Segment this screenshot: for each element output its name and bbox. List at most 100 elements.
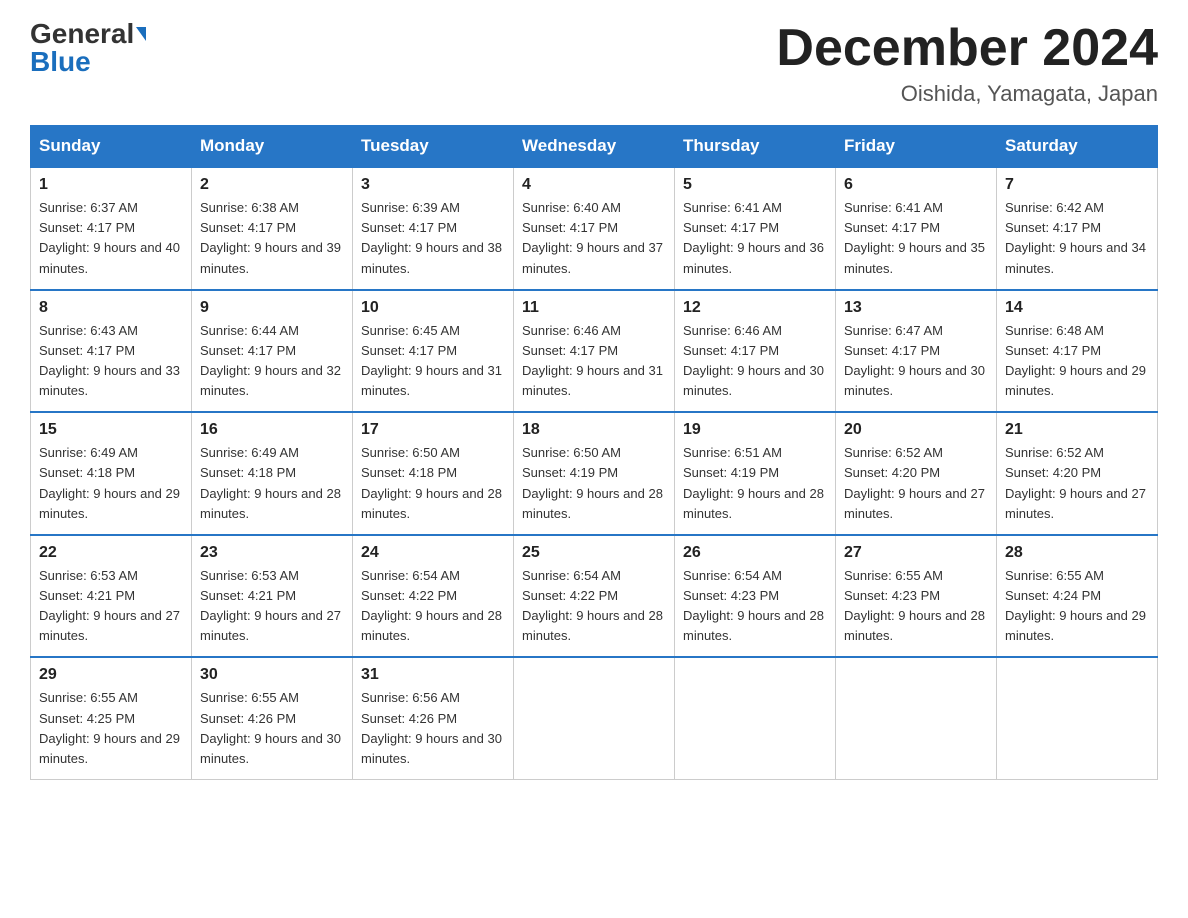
day-number: 4 — [522, 176, 666, 194]
calendar-title: December 2024 — [776, 20, 1158, 77]
day-number: 11 — [522, 299, 666, 317]
day-info: Sunrise: 6:38 AMSunset: 4:17 PMDaylight:… — [200, 200, 341, 275]
table-row: 30 Sunrise: 6:55 AMSunset: 4:26 PMDaylig… — [192, 657, 353, 779]
day-info: Sunrise: 6:49 AMSunset: 4:18 PMDaylight:… — [200, 445, 341, 520]
day-info: Sunrise: 6:41 AMSunset: 4:17 PMDaylight:… — [844, 200, 985, 275]
day-info: Sunrise: 6:37 AMSunset: 4:17 PMDaylight:… — [39, 200, 180, 275]
day-number: 5 — [683, 176, 827, 194]
day-number: 18 — [522, 421, 666, 439]
day-info: Sunrise: 6:55 AMSunset: 4:26 PMDaylight:… — [200, 690, 341, 765]
day-info: Sunrise: 6:52 AMSunset: 4:20 PMDaylight:… — [844, 445, 985, 520]
day-number: 22 — [39, 544, 183, 562]
table-row: 21 Sunrise: 6:52 AMSunset: 4:20 PMDaylig… — [997, 412, 1158, 535]
day-info: Sunrise: 6:46 AMSunset: 4:17 PMDaylight:… — [522, 323, 663, 398]
day-number: 2 — [200, 176, 344, 194]
table-row: 28 Sunrise: 6:55 AMSunset: 4:24 PMDaylig… — [997, 535, 1158, 658]
table-row: 19 Sunrise: 6:51 AMSunset: 4:19 PMDaylig… — [675, 412, 836, 535]
day-info: Sunrise: 6:55 AMSunset: 4:25 PMDaylight:… — [39, 690, 180, 765]
day-number: 19 — [683, 421, 827, 439]
day-number: 17 — [361, 421, 505, 439]
day-number: 23 — [200, 544, 344, 562]
day-number: 10 — [361, 299, 505, 317]
calendar-subtitle: Oishida, Yamagata, Japan — [776, 81, 1158, 107]
col-wednesday: Wednesday — [514, 126, 675, 168]
table-row: 8 Sunrise: 6:43 AMSunset: 4:17 PMDayligh… — [31, 290, 192, 413]
day-info: Sunrise: 6:54 AMSunset: 4:22 PMDaylight:… — [522, 568, 663, 643]
table-row: 15 Sunrise: 6:49 AMSunset: 4:18 PMDaylig… — [31, 412, 192, 535]
day-info: Sunrise: 6:54 AMSunset: 4:23 PMDaylight:… — [683, 568, 824, 643]
day-number: 20 — [844, 421, 988, 439]
table-row: 2 Sunrise: 6:38 AMSunset: 4:17 PMDayligh… — [192, 167, 353, 290]
day-info: Sunrise: 6:52 AMSunset: 4:20 PMDaylight:… — [1005, 445, 1146, 520]
day-info: Sunrise: 6:42 AMSunset: 4:17 PMDaylight:… — [1005, 200, 1146, 275]
day-number: 27 — [844, 544, 988, 562]
day-number: 31 — [361, 666, 505, 684]
calendar-week-row: 29 Sunrise: 6:55 AMSunset: 4:25 PMDaylig… — [31, 657, 1158, 779]
logo-triangle-icon — [136, 27, 146, 41]
table-row: 17 Sunrise: 6:50 AMSunset: 4:18 PMDaylig… — [353, 412, 514, 535]
table-row: 5 Sunrise: 6:41 AMSunset: 4:17 PMDayligh… — [675, 167, 836, 290]
table-row: 12 Sunrise: 6:46 AMSunset: 4:17 PMDaylig… — [675, 290, 836, 413]
table-row: 10 Sunrise: 6:45 AMSunset: 4:17 PMDaylig… — [353, 290, 514, 413]
table-row: 1 Sunrise: 6:37 AMSunset: 4:17 PMDayligh… — [31, 167, 192, 290]
day-info: Sunrise: 6:49 AMSunset: 4:18 PMDaylight:… — [39, 445, 180, 520]
day-info: Sunrise: 6:40 AMSunset: 4:17 PMDaylight:… — [522, 200, 663, 275]
col-monday: Monday — [192, 126, 353, 168]
table-row: 20 Sunrise: 6:52 AMSunset: 4:20 PMDaylig… — [836, 412, 997, 535]
table-row: 26 Sunrise: 6:54 AMSunset: 4:23 PMDaylig… — [675, 535, 836, 658]
table-row: 11 Sunrise: 6:46 AMSunset: 4:17 PMDaylig… — [514, 290, 675, 413]
table-row — [675, 657, 836, 779]
day-number: 29 — [39, 666, 183, 684]
day-number: 1 — [39, 176, 183, 194]
day-number: 6 — [844, 176, 988, 194]
day-number: 8 — [39, 299, 183, 317]
day-number: 14 — [1005, 299, 1149, 317]
day-info: Sunrise: 6:50 AMSunset: 4:18 PMDaylight:… — [361, 445, 502, 520]
title-block: December 2024 Oishida, Yamagata, Japan — [776, 20, 1158, 107]
calendar-table: Sunday Monday Tuesday Wednesday Thursday… — [30, 125, 1158, 780]
table-row: 3 Sunrise: 6:39 AMSunset: 4:17 PMDayligh… — [353, 167, 514, 290]
day-info: Sunrise: 6:41 AMSunset: 4:17 PMDaylight:… — [683, 200, 824, 275]
day-info: Sunrise: 6:53 AMSunset: 4:21 PMDaylight:… — [39, 568, 180, 643]
calendar-header-row: Sunday Monday Tuesday Wednesday Thursday… — [31, 126, 1158, 168]
calendar-week-row: 22 Sunrise: 6:53 AMSunset: 4:21 PMDaylig… — [31, 535, 1158, 658]
table-row: 24 Sunrise: 6:54 AMSunset: 4:22 PMDaylig… — [353, 535, 514, 658]
col-tuesday: Tuesday — [353, 126, 514, 168]
table-row: 18 Sunrise: 6:50 AMSunset: 4:19 PMDaylig… — [514, 412, 675, 535]
logo-text: General — [30, 20, 146, 48]
day-info: Sunrise: 6:45 AMSunset: 4:17 PMDaylight:… — [361, 323, 502, 398]
col-sunday: Sunday — [31, 126, 192, 168]
page-header: General Blue December 2024 Oishida, Yama… — [30, 20, 1158, 107]
col-saturday: Saturday — [997, 126, 1158, 168]
day-info: Sunrise: 6:54 AMSunset: 4:22 PMDaylight:… — [361, 568, 502, 643]
calendar-week-row: 1 Sunrise: 6:37 AMSunset: 4:17 PMDayligh… — [31, 167, 1158, 290]
day-number: 15 — [39, 421, 183, 439]
table-row — [514, 657, 675, 779]
col-friday: Friday — [836, 126, 997, 168]
col-thursday: Thursday — [675, 126, 836, 168]
day-number: 3 — [361, 176, 505, 194]
day-info: Sunrise: 6:44 AMSunset: 4:17 PMDaylight:… — [200, 323, 341, 398]
logo-blue: Blue — [30, 48, 91, 76]
day-info: Sunrise: 6:50 AMSunset: 4:19 PMDaylight:… — [522, 445, 663, 520]
day-number: 21 — [1005, 421, 1149, 439]
table-row: 13 Sunrise: 6:47 AMSunset: 4:17 PMDaylig… — [836, 290, 997, 413]
table-row: 7 Sunrise: 6:42 AMSunset: 4:17 PMDayligh… — [997, 167, 1158, 290]
day-info: Sunrise: 6:51 AMSunset: 4:19 PMDaylight:… — [683, 445, 824, 520]
day-info: Sunrise: 6:48 AMSunset: 4:17 PMDaylight:… — [1005, 323, 1146, 398]
day-info: Sunrise: 6:55 AMSunset: 4:23 PMDaylight:… — [844, 568, 985, 643]
logo-general: General — [30, 18, 134, 49]
day-number: 28 — [1005, 544, 1149, 562]
table-row: 27 Sunrise: 6:55 AMSunset: 4:23 PMDaylig… — [836, 535, 997, 658]
logo: General Blue — [30, 20, 146, 76]
day-number: 12 — [683, 299, 827, 317]
table-row: 14 Sunrise: 6:48 AMSunset: 4:17 PMDaylig… — [997, 290, 1158, 413]
table-row: 16 Sunrise: 6:49 AMSunset: 4:18 PMDaylig… — [192, 412, 353, 535]
table-row: 9 Sunrise: 6:44 AMSunset: 4:17 PMDayligh… — [192, 290, 353, 413]
table-row — [836, 657, 997, 779]
calendar-week-row: 8 Sunrise: 6:43 AMSunset: 4:17 PMDayligh… — [31, 290, 1158, 413]
day-number: 25 — [522, 544, 666, 562]
calendar-week-row: 15 Sunrise: 6:49 AMSunset: 4:18 PMDaylig… — [31, 412, 1158, 535]
table-row: 4 Sunrise: 6:40 AMSunset: 4:17 PMDayligh… — [514, 167, 675, 290]
table-row: 22 Sunrise: 6:53 AMSunset: 4:21 PMDaylig… — [31, 535, 192, 658]
